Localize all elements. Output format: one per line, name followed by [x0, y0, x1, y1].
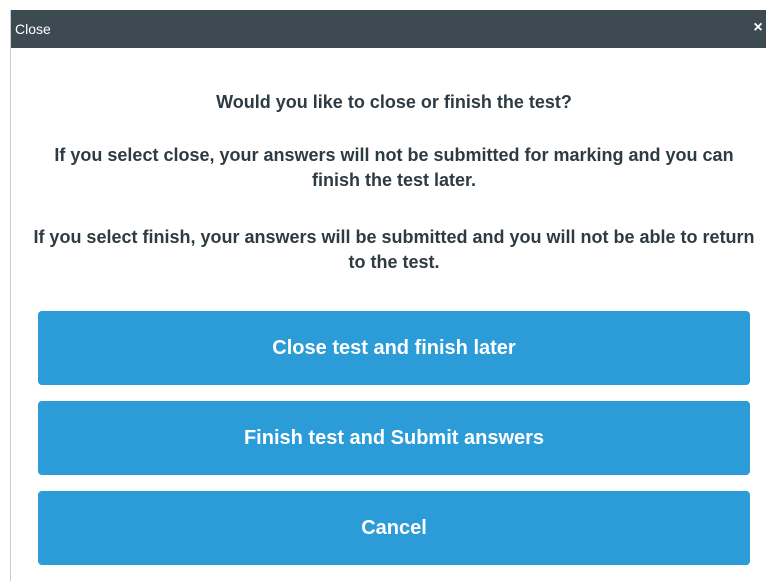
question-text: Would you like to close or finish the te…	[216, 92, 572, 112]
cancel-button[interactable]: Cancel	[38, 491, 750, 565]
dialog-title: Close	[15, 21, 51, 37]
close-test-button[interactable]: Close test and finish later	[38, 311, 750, 385]
finish-submit-button[interactable]: Finish test and Submit answers	[38, 401, 750, 475]
close-info-text: If you select close, your answers will n…	[54, 145, 734, 190]
finish-info-text: If you select finish, your answers will …	[33, 227, 755, 272]
close-dialog: Close × Would you like to close or finis…	[10, 10, 766, 581]
dialog-titlebar: Close ×	[11, 10, 766, 48]
close-icon[interactable]: ×	[751, 18, 765, 38]
